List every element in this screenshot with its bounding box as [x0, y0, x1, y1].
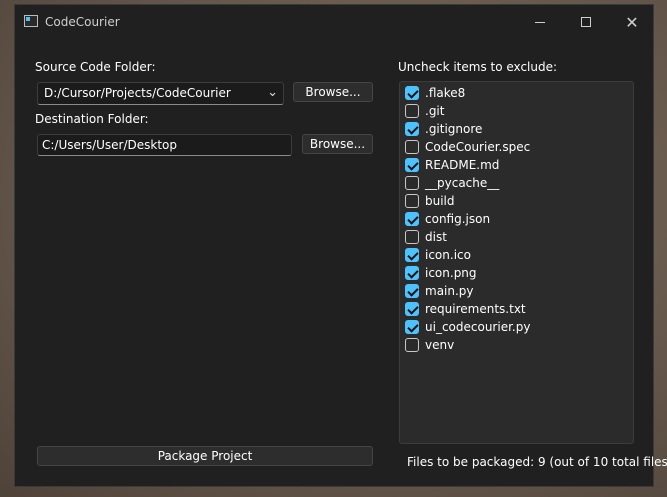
status-text: Files to be packaged: 9 (out of 10 total… [407, 455, 667, 469]
destination-folder-input[interactable]: C:/Users/User/Desktop [37, 134, 292, 156]
checkbox-unchecked[interactable] [405, 104, 419, 118]
app-icon [24, 15, 38, 27]
chevron-down-icon[interactable]: ⌄ [267, 85, 278, 100]
minimize-button[interactable] [517, 5, 563, 39]
list-item[interactable]: CodeCourier.spec [405, 138, 530, 156]
minimize-icon [535, 21, 545, 23]
package-project-button[interactable]: Package Project [37, 446, 373, 466]
list-item-label: config.json [425, 212, 491, 226]
checkbox-checked[interactable] [405, 158, 419, 172]
checkbox-unchecked[interactable] [405, 194, 419, 208]
list-item-label: CodeCourier.spec [425, 140, 531, 154]
list-item[interactable]: .git [405, 102, 444, 120]
list-item[interactable]: main.py [405, 282, 474, 300]
list-item[interactable]: requirements.txt [405, 300, 526, 318]
list-item-label: .gitignore [425, 122, 483, 136]
checkbox-unchecked[interactable] [405, 140, 419, 154]
list-item-label: README.md [425, 158, 500, 172]
list-item-label: dist [425, 230, 447, 244]
checkbox-checked[interactable] [405, 320, 419, 334]
checkbox-checked[interactable] [405, 212, 419, 226]
maximize-icon [581, 17, 591, 27]
checkbox-checked[interactable] [405, 86, 419, 100]
list-item-label: .flake8 [425, 86, 466, 100]
list-item-label: venv [425, 338, 455, 352]
source-browse-button[interactable]: Browse... [293, 82, 373, 102]
checkbox-checked[interactable] [405, 302, 419, 316]
destination-browse-button[interactable]: Browse... [302, 134, 373, 154]
list-item[interactable]: .gitignore [405, 120, 482, 138]
source-folder-label: Source Code Folder: [35, 60, 156, 74]
checkbox-unchecked[interactable] [405, 338, 419, 352]
list-item[interactable]: .flake8 [405, 84, 465, 102]
maximize-button[interactable] [563, 5, 609, 39]
list-item[interactable]: ui_codecourier.py [405, 318, 530, 336]
close-icon: ✕ [625, 12, 639, 32]
checkbox-checked[interactable] [405, 284, 419, 298]
list-item[interactable]: venv [405, 336, 454, 354]
file-list[interactable]: .flake8 .git .gitignore CodeCourier.spec REA… [399, 81, 634, 444]
source-folder-value: D:/Cursor/Projects/CodeCourier [44, 86, 231, 100]
title-bar[interactable]: CodeCourier ✕ [15, 5, 653, 39]
list-item-label: build [425, 194, 455, 208]
app-window: CodeCourier ✕ Source Code Folder: D:/Cur… [14, 4, 667, 487]
list-item-label: icon.ico [425, 248, 471, 262]
list-item-label: .git [425, 104, 445, 118]
list-item[interactable]: dist [405, 228, 447, 246]
checkbox-unchecked[interactable] [405, 230, 419, 244]
source-folder-combobox[interactable]: D:/Cursor/Projects/CodeCourier ⌄ [37, 82, 284, 105]
checkbox-checked[interactable] [405, 248, 419, 262]
list-item[interactable]: README.md [405, 156, 499, 174]
destination-folder-value: C:/Users/User/Desktop [42, 138, 177, 152]
list-item[interactable]: __pycache__ [405, 174, 499, 192]
list-item-label: main.py [425, 284, 474, 298]
list-item[interactable]: icon.ico [405, 246, 471, 264]
list-item[interactable]: build [405, 192, 455, 210]
destination-folder-label: Destination Folder: [35, 112, 149, 126]
list-item-label: icon.png [425, 266, 477, 280]
list-item[interactable]: config.json [405, 210, 490, 228]
list-item-label: requirements.txt [425, 302, 526, 316]
window-title: CodeCourier [45, 15, 120, 29]
list-item-label: ui_codecourier.py [425, 320, 531, 334]
checkbox-checked[interactable] [405, 266, 419, 280]
exclude-label: Uncheck items to exclude: [398, 60, 558, 74]
checkbox-unchecked[interactable] [405, 176, 419, 190]
list-item-label: __pycache__ [425, 176, 500, 190]
checkbox-checked[interactable] [405, 122, 419, 136]
list-item[interactable]: icon.png [405, 264, 477, 282]
close-button[interactable]: ✕ [609, 5, 655, 39]
